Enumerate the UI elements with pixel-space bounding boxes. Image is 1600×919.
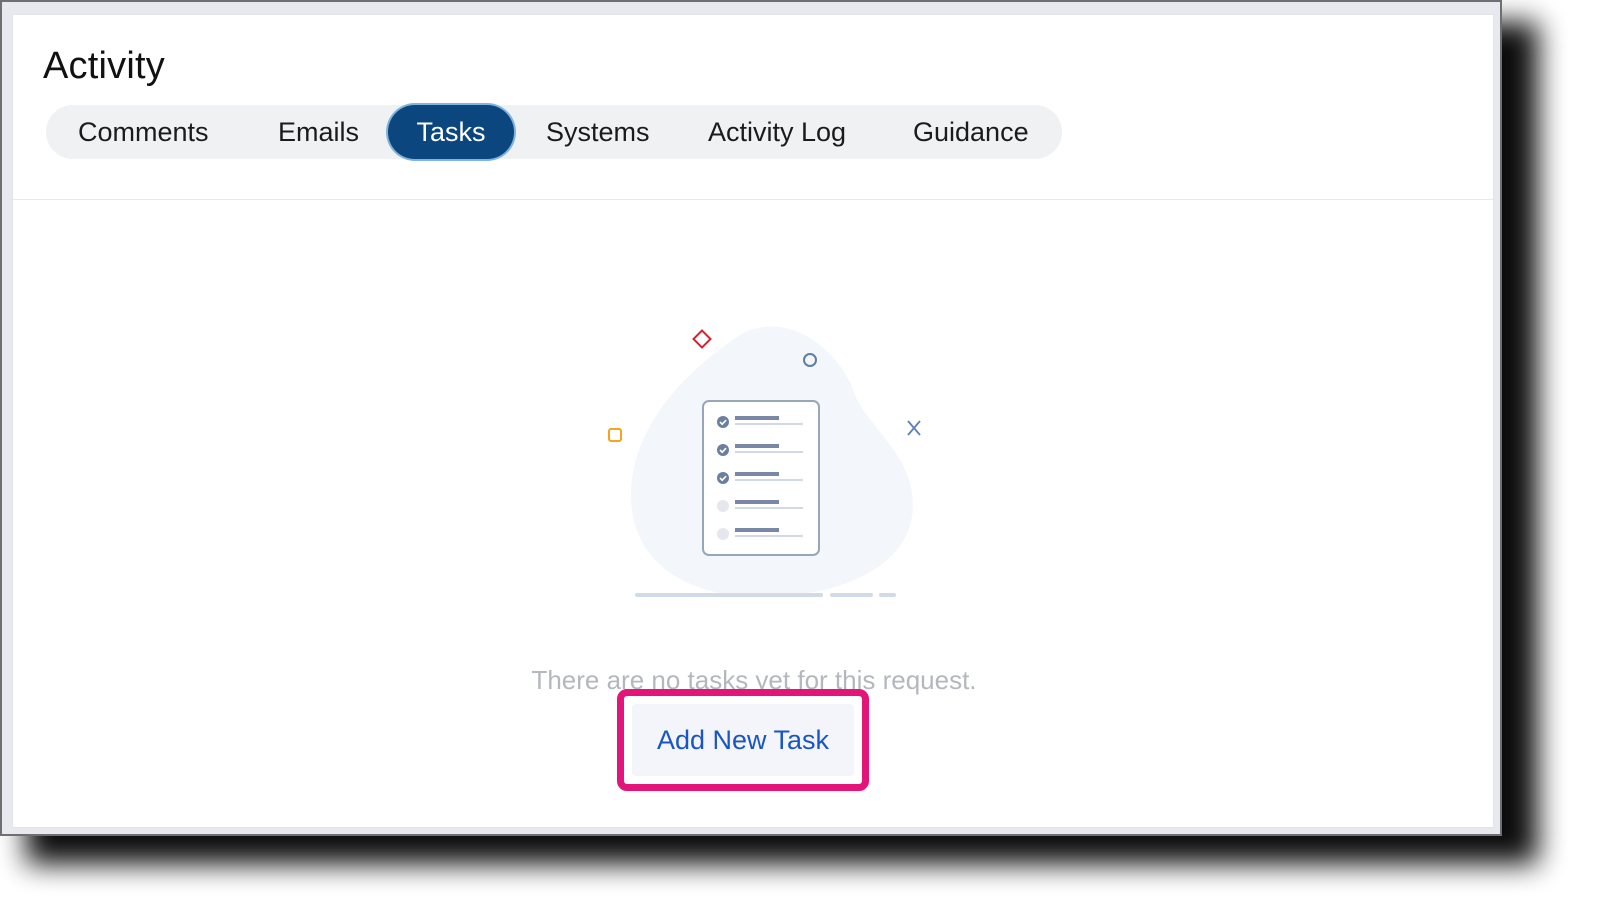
cross-icon	[907, 420, 921, 436]
screenshot-frame: Activity Comments Emails Tasks Systems A…	[0, 0, 1502, 836]
tab-guidance[interactable]: Guidance	[913, 105, 1029, 159]
ground-line	[635, 593, 896, 597]
tab-systems[interactable]: Systems	[546, 105, 650, 159]
tab-bar: Comments Emails Tasks Systems Activity L…	[46, 105, 1062, 159]
square-icon	[608, 428, 622, 442]
diamond-icon	[692, 329, 712, 349]
tab-comments[interactable]: Comments	[78, 105, 209, 159]
checklist-illustration	[608, 326, 921, 597]
tab-tasks[interactable]: Tasks	[388, 105, 514, 159]
tab-activity-log[interactable]: Activity Log	[708, 105, 846, 159]
divider	[13, 199, 1493, 200]
tab-emails[interactable]: Emails	[278, 105, 359, 159]
add-new-task-button[interactable]: Add New Task	[632, 704, 854, 776]
page-title: Activity	[43, 45, 165, 87]
